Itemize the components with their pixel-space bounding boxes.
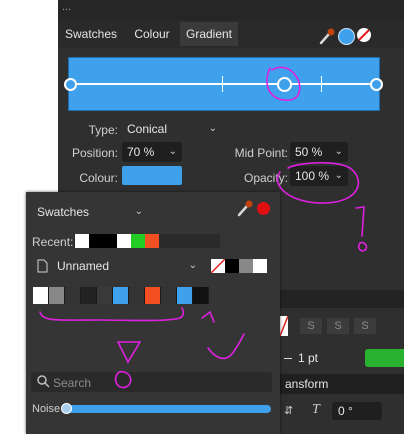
palette-swatch[interactable] bbox=[129, 287, 145, 304]
type-label: Type: bbox=[88, 123, 118, 137]
top-strip: ... bbox=[58, 0, 404, 20]
chevron-down-icon: ⌄ bbox=[334, 146, 343, 157]
stepper-icon[interactable]: ⇵ bbox=[284, 404, 293, 417]
gradient-stop-tick[interactable] bbox=[321, 76, 322, 92]
swatches-title: Swatches bbox=[37, 205, 90, 219]
recent-swatch[interactable] bbox=[103, 234, 117, 248]
strikethrough-alt-button[interactable]: S bbox=[327, 318, 349, 334]
current-colour-swatch[interactable] bbox=[257, 202, 270, 215]
document-icon bbox=[37, 259, 48, 273]
mid-point-value: 50 % bbox=[295, 145, 323, 159]
transform-label: ansform bbox=[285, 377, 329, 391]
chevron-down-icon: ⌄ bbox=[188, 260, 197, 271]
chevron-down-icon: ⌄ bbox=[208, 123, 217, 134]
palette-name: Unnamed bbox=[57, 259, 110, 273]
opacity-label: Opacity: bbox=[243, 171, 288, 185]
shear-icon: T bbox=[312, 402, 320, 417]
palette-swatch[interactable] bbox=[97, 287, 113, 304]
swatches-popover bbox=[26, 192, 280, 434]
palette-swatch[interactable] bbox=[253, 259, 267, 273]
chevron-down-icon: ⌄ bbox=[334, 170, 343, 181]
palette-swatch[interactable] bbox=[145, 287, 161, 304]
noise-slider-track[interactable] bbox=[66, 405, 271, 413]
position-value: 70 % bbox=[127, 145, 155, 159]
palette-swatch[interactable] bbox=[193, 287, 209, 304]
palette-swatch[interactable] bbox=[177, 287, 193, 304]
eyedropper-icon[interactable] bbox=[236, 199, 254, 217]
opacity-field[interactable]: 100 % ⌄ bbox=[290, 166, 348, 186]
palette-swatch[interactable] bbox=[33, 287, 49, 304]
recent-swatch[interactable] bbox=[145, 234, 159, 248]
gradient-line bbox=[70, 83, 376, 85]
clipped-header-text: ... bbox=[62, 1, 72, 13]
palette-swatch[interactable] bbox=[161, 287, 177, 304]
stroke-line-icon bbox=[284, 358, 292, 359]
strikethrough-circle-button[interactable]: S bbox=[354, 318, 376, 334]
chevron-down-icon: ⌄ bbox=[168, 146, 177, 157]
stroke-colour-bar[interactable] bbox=[365, 349, 404, 367]
panel-strip bbox=[280, 290, 404, 308]
rotation-field[interactable]: 0 ° bbox=[332, 402, 382, 420]
recent-swatch[interactable] bbox=[131, 234, 145, 248]
position-label: Position: bbox=[71, 146, 118, 160]
type-dropdown[interactable]: Conical ⌄ bbox=[122, 119, 222, 139]
transform-header[interactable]: ansform bbox=[280, 374, 404, 394]
palette-swatch[interactable] bbox=[239, 259, 253, 273]
no-fill-swatch-icon[interactable] bbox=[210, 258, 226, 274]
noise-slider-handle[interactable] bbox=[61, 403, 72, 414]
palette-dropdown[interactable]: Unnamed ⌄ bbox=[52, 256, 202, 276]
palette-swatch[interactable] bbox=[65, 287, 81, 304]
current-colour-swatch[interactable] bbox=[338, 28, 355, 45]
type-value: Conical bbox=[127, 122, 168, 136]
colour-well[interactable] bbox=[122, 166, 182, 185]
tab-colour[interactable]: Colour bbox=[124, 22, 180, 46]
gradient-stop-tick[interactable] bbox=[222, 76, 223, 92]
opacity-value: 100 % bbox=[295, 169, 330, 183]
search-placeholder: Search bbox=[53, 376, 92, 390]
strikethrough-button[interactable]: S bbox=[300, 318, 322, 334]
tab-gradient[interactable]: Gradient bbox=[180, 22, 238, 46]
noise-label: Noise bbox=[32, 403, 61, 415]
gradient-stop-end[interactable] bbox=[370, 78, 383, 91]
palette-swatch[interactable] bbox=[81, 287, 97, 304]
recent-swatch[interactable] bbox=[75, 234, 89, 248]
mid-point-label: Mid Point: bbox=[234, 146, 288, 160]
stroke-width-value[interactable]: 1 pt bbox=[298, 351, 358, 365]
search-icon bbox=[37, 375, 50, 388]
gradient-stop-start[interactable] bbox=[64, 78, 77, 91]
mid-point-field[interactable]: 50 % ⌄ bbox=[290, 142, 348, 162]
recent-swatch[interactable] bbox=[117, 234, 131, 248]
colour-label: Colour: bbox=[79, 171, 118, 185]
position-field[interactable]: 70 % ⌄ bbox=[122, 142, 182, 162]
no-fill-icon[interactable] bbox=[279, 315, 289, 337]
palette-swatch[interactable] bbox=[113, 287, 129, 304]
recent-label: Recent: bbox=[32, 235, 74, 249]
palette-swatch[interactable] bbox=[49, 287, 65, 304]
recent-swatch[interactable] bbox=[89, 234, 103, 248]
eyedropper-icon[interactable] bbox=[318, 27, 336, 45]
tab-swatches[interactable]: Swatches bbox=[58, 22, 124, 46]
gradient-stop-selected[interactable] bbox=[277, 77, 292, 92]
palette-swatch[interactable] bbox=[225, 259, 239, 273]
no-fill-icon[interactable] bbox=[356, 27, 372, 43]
chevron-down-icon: ⌄ bbox=[134, 206, 143, 217]
swatches-category-dropdown[interactable]: Swatches ⌄ bbox=[32, 202, 148, 222]
